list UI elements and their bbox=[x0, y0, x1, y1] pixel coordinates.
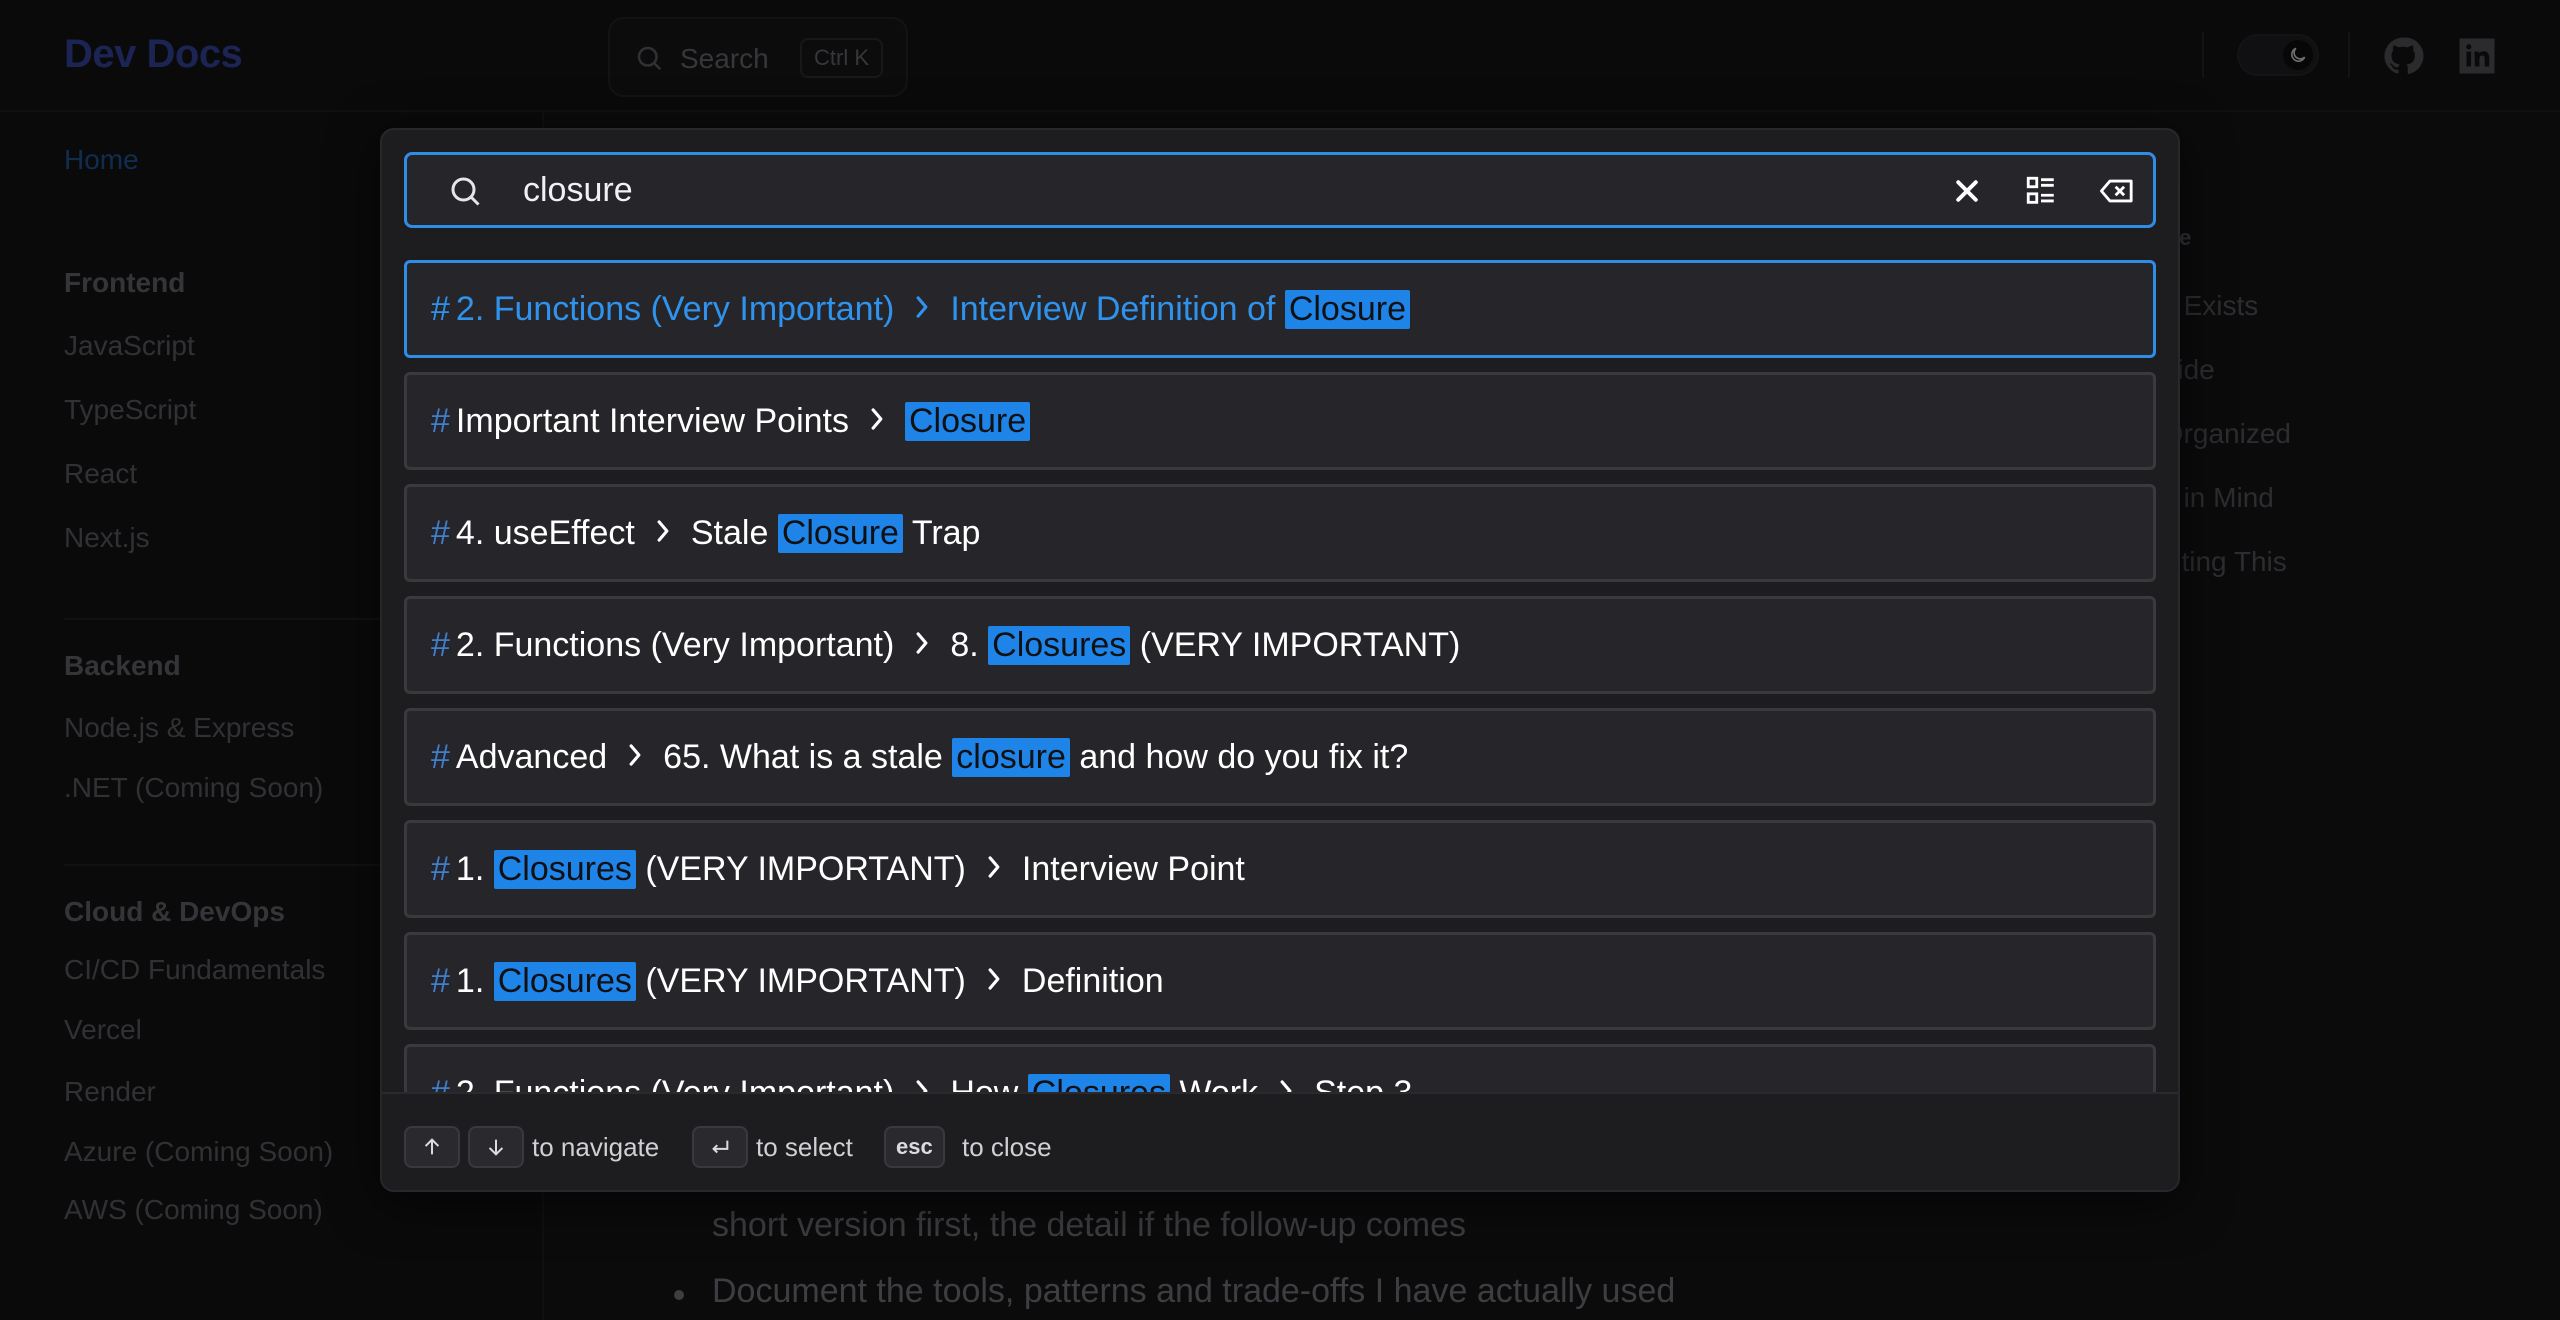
match-highlight: Closures bbox=[493, 849, 636, 889]
chevron-right-icon bbox=[625, 738, 645, 777]
heading-hash-icon: # bbox=[431, 961, 450, 1000]
search-result-item[interactable]: # Important Interview Points Closure bbox=[404, 372, 2156, 470]
result-text: 65. What is a stale bbox=[663, 737, 953, 776]
search-result-item[interactable]: #1. Closures (VERY IMPORTANT) Interview P… bbox=[404, 820, 2156, 918]
result-text: (VERY IMPORTANT) bbox=[1130, 625, 1461, 664]
search-result-item[interactable]: #1. Closures (VERY IMPORTANT) Definition bbox=[404, 932, 2156, 1030]
result-text: Interview Definition of bbox=[950, 289, 1285, 328]
search-result-item[interactable]: #2. Functions (Very Important) Interview … bbox=[404, 260, 2156, 358]
search-result-item[interactable]: #4. useEffect Stale Closure Trap bbox=[404, 484, 2156, 582]
select-hint: to select bbox=[756, 1132, 853, 1162]
enter-icon bbox=[712, 1140, 729, 1154]
heading-hash-icon: # bbox=[431, 849, 450, 888]
arrow-up-icon bbox=[424, 1138, 440, 1155]
match-highlight: Closure bbox=[777, 513, 903, 553]
result-text: (VERY IMPORTANT) bbox=[635, 849, 966, 888]
arrow-down-key bbox=[468, 1126, 524, 1168]
heading-hash-icon: # bbox=[431, 289, 450, 328]
chevron-right-icon bbox=[867, 402, 887, 441]
match-highlight: closure bbox=[952, 737, 1070, 777]
arrow-up-key bbox=[404, 1126, 460, 1168]
backspace-icon bbox=[2100, 179, 2133, 203]
search-result-item[interactable]: #2. Functions (Very Important) How Closur… bbox=[404, 1044, 2156, 1092]
list-details-icon bbox=[2026, 176, 2054, 204]
chevron-right-icon bbox=[984, 850, 1004, 889]
result-text: Interview Point bbox=[1021, 849, 1245, 888]
search-modal: #2. Functions (Very Important) Interview … bbox=[380, 128, 2180, 1192]
result-text: Work bbox=[1170, 1074, 1258, 1093]
chevron-right-icon bbox=[912, 290, 932, 329]
result-text: Definition bbox=[1021, 961, 1164, 1000]
result-text: Trap bbox=[902, 513, 981, 552]
heading-hash-icon: # bbox=[431, 401, 450, 440]
toggle-detailed-view-button[interactable] bbox=[2021, 171, 2061, 211]
match-highlight: Closures bbox=[1027, 1073, 1170, 1092]
close-icon bbox=[1956, 180, 1978, 202]
result-text: 2. Functions (Very Important) bbox=[455, 625, 895, 664]
match-highlight: Closure bbox=[904, 401, 1031, 441]
clear-search-button[interactable] bbox=[1947, 171, 1987, 211]
chevron-right-icon bbox=[1276, 1074, 1296, 1092]
chevron-right-icon bbox=[912, 1074, 932, 1092]
result-text: 8. bbox=[950, 625, 989, 664]
result-text: (VERY IMPORTANT) bbox=[635, 961, 966, 1000]
search-bar bbox=[404, 152, 2156, 228]
match-highlight: Closure bbox=[1284, 289, 1410, 329]
result-text: Stale bbox=[690, 513, 778, 552]
chevron-right-icon bbox=[653, 514, 673, 553]
close-hint: to close bbox=[962, 1132, 1052, 1162]
search-result-item[interactable]: # Advanced 65. What is a stale closure and… bbox=[404, 708, 2156, 806]
result-text: 1. bbox=[455, 849, 494, 888]
chevron-right-icon bbox=[912, 626, 932, 665]
heading-hash-icon: # bbox=[431, 737, 450, 776]
search-result-item[interactable]: #2. Functions (Very Important) 8. Closure… bbox=[404, 596, 2156, 694]
result-text: 4. useEffect bbox=[455, 513, 635, 552]
search-footer: to navigate to select esc to close bbox=[382, 1092, 2178, 1190]
result-text: 2. Functions (Very Important) bbox=[456, 1074, 894, 1093]
search-input[interactable] bbox=[523, 165, 1823, 215]
result-text: 1. bbox=[455, 961, 494, 1000]
heading-hash-icon: # bbox=[431, 1074, 450, 1093]
search-results-list: #2. Functions (Very Important) Interview … bbox=[404, 260, 2158, 1092]
reset-search-button[interactable] bbox=[2097, 171, 2137, 211]
result-text: How bbox=[950, 1074, 1027, 1093]
result-text: Advanced bbox=[455, 737, 608, 776]
match-highlight: Closures bbox=[493, 961, 636, 1001]
match-highlight: Closures bbox=[988, 625, 1131, 665]
result-text: Step 3 bbox=[1314, 1074, 1412, 1093]
esc-key: esc bbox=[884, 1126, 945, 1168]
result-text: and how do you fix it? bbox=[1069, 737, 1409, 776]
result-text: 2. Functions (Very Important) bbox=[455, 289, 895, 328]
enter-key bbox=[692, 1126, 748, 1168]
arrow-down-icon bbox=[488, 1139, 504, 1156]
heading-hash-icon: # bbox=[431, 513, 450, 552]
result-text: Important Interview Points bbox=[455, 401, 849, 440]
search-icon bbox=[447, 173, 483, 214]
navigate-hint: to navigate bbox=[532, 1132, 660, 1162]
chevron-right-icon bbox=[984, 962, 1004, 1001]
heading-hash-icon: # bbox=[431, 625, 450, 664]
